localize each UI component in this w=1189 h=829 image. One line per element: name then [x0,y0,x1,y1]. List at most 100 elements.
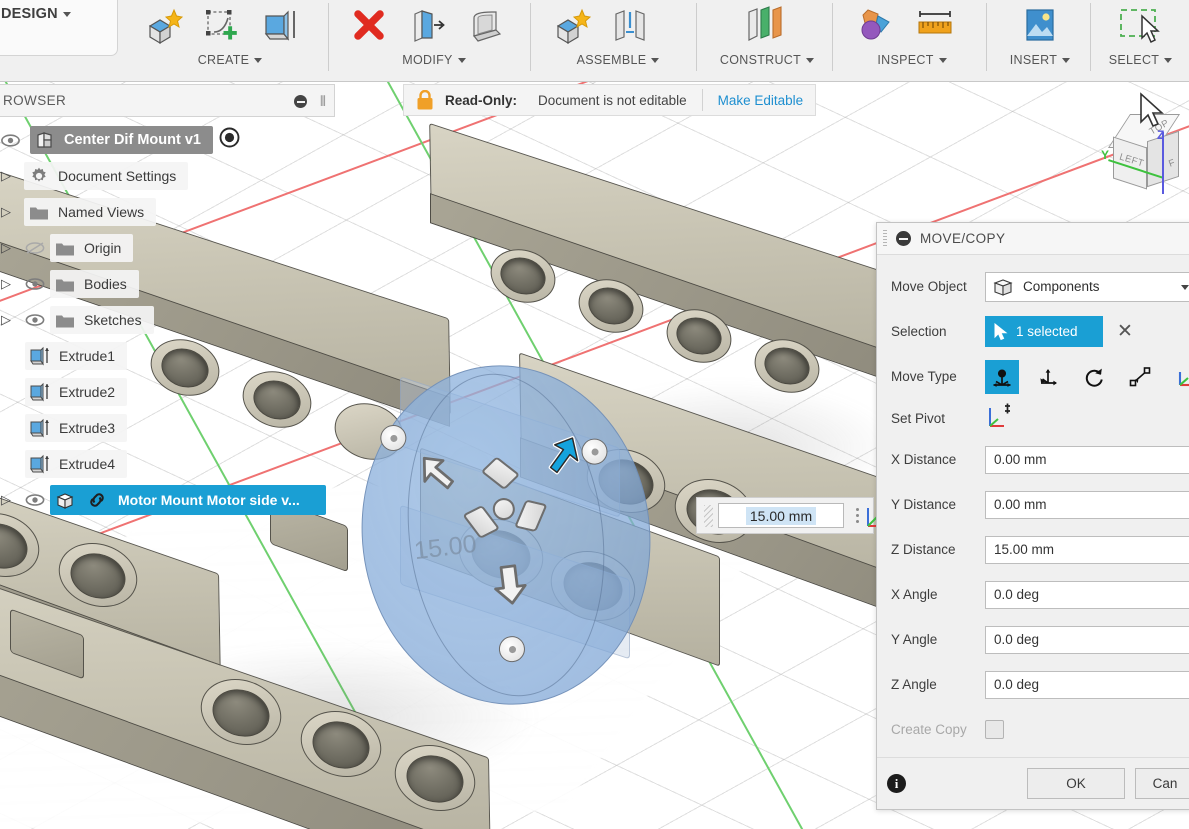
chevron-down-icon[interactable] [1181,284,1189,290]
expand-arrow-icon[interactable]: ▷ [0,492,16,508]
new-component-assemble-icon[interactable] [548,2,598,52]
workspace-tab-design[interactable]: DESIGN [0,0,118,56]
press-pull-icon[interactable] [404,2,454,52]
extrude-icon[interactable] [256,2,306,52]
tree-item-document-settings[interactable]: Document Settings [24,162,189,190]
info-icon[interactable]: i [887,774,906,793]
visibility-eye-icon[interactable] [22,273,48,295]
tree-row-named-views[interactable]: ▷ Named Views [0,194,335,230]
x-distance-field[interactable]: 0.00 mm [985,445,1189,474]
x-distance-value: 0.00 mm [994,452,1047,467]
set-pivot-icon[interactable] [985,402,1015,435]
gizmo-arrow-down-icon[interactable] [484,559,535,610]
tree-row-sketches[interactable]: ▷ Sketches [0,302,335,338]
gizmo-handle-top-left[interactable] [378,423,408,453]
joint-icon[interactable] [606,2,656,52]
chevron-down-icon[interactable] [1062,58,1071,64]
tree-row-extrude3[interactable]: Extrude3 [0,410,335,446]
chevron-down-icon[interactable] [254,58,263,64]
collapse-panel-icon[interactable] [294,95,307,108]
expand-arrow-icon[interactable]: ▷ [0,312,16,328]
tree-item-motor-mount[interactable]: Motor Mount Motor side v... [50,485,326,515]
chevron-down-icon[interactable] [1164,58,1173,64]
gizmo-arrow-up-left-icon[interactable] [414,447,465,498]
x-angle-field[interactable]: 0.0 deg [985,580,1189,609]
toolbar-group-create-label: CREATE [197,53,250,67]
activate-radio-icon[interactable] [219,127,240,153]
interference-icon[interactable] [852,2,902,52]
expand-arrow-icon[interactable]: ▷ [0,168,16,184]
chevron-down-icon[interactable] [938,58,947,64]
translate-axis-icon[interactable] [1031,360,1065,394]
move-copy-titlebar[interactable]: MOVE/COPY [877,223,1189,255]
tree-row-extrude2[interactable]: Extrude2 [0,374,335,410]
visibility-eye-icon[interactable] [0,129,23,151]
create-copy-checkbox[interactable] [985,719,1004,739]
y-angle-field[interactable]: 0.0 deg [985,625,1189,654]
cancel-button[interactable]: Can [1135,768,1189,799]
panel-grip-icon[interactable]: ⦀ [320,93,326,110]
toolbar-group-assemble: ASSEMBLE [538,0,698,82]
chevron-down-icon[interactable] [457,58,466,64]
new-component-icon[interactable] [140,2,190,52]
expand-arrow-icon[interactable]: ▷ [0,204,16,220]
tree-row-extrude4[interactable]: Extrude4 [0,446,335,482]
row-x-angle: X Angle 0.0 deg [877,572,1189,617]
tree-row-origin[interactable]: ▷ Origin [0,230,335,266]
z-angle-field[interactable]: 0.0 deg [985,670,1189,699]
rotate-icon[interactable] [1077,360,1111,394]
selection-chip[interactable]: 1 selected [985,316,1103,347]
tree-row-extrude1[interactable]: Extrude1 [0,338,335,374]
point-to-point-icon[interactable] [1123,360,1157,394]
tree-item-extrude4[interactable]: Extrude4 [25,450,128,478]
toolbar-group-select: SELECT [1092,0,1189,82]
tree-item-named-views[interactable]: Named Views [24,198,157,226]
measure-icon[interactable] [910,2,960,52]
offset-plane-icon[interactable] [742,2,792,52]
select-window-icon[interactable] [1115,2,1165,52]
tree-row-bodies[interactable]: ▷ Bodies [0,266,335,302]
tree-item-bodies[interactable]: Bodies [50,270,139,298]
create-sketch-icon[interactable] [198,2,248,52]
tree-item-extrude1[interactable]: Extrude1 [25,342,128,370]
z-distance-field[interactable]: 15.00 mm [985,535,1189,564]
tree-row-document-settings[interactable]: ▷ Document Settings [0,158,335,194]
floating-dimension-input[interactable]: 15.00 mm [696,497,874,534]
tree-item-extrude3[interactable]: Extrude3 [25,414,128,442]
tree-item-sketches[interactable]: Sketches [50,306,154,334]
y-distance-field[interactable]: 0.00 mm [985,490,1189,519]
chevron-down-icon[interactable] [62,11,71,17]
selection-chip-text: 1 selected [1016,324,1078,339]
tree-root-pill[interactable]: Center Dif Mount v1 [30,126,213,154]
tree-item-origin[interactable]: Origin [50,234,134,262]
chevron-down-icon[interactable] [806,58,815,64]
free-move-icon[interactable] [985,359,1019,394]
expand-arrow-icon[interactable]: ▷ [0,240,16,256]
row-set-pivot: Set Pivot [877,399,1189,437]
ok-button[interactable]: OK [1027,768,1125,799]
dimension-value-field[interactable]: 15.00 mm [718,503,844,528]
viewcube[interactable]: TOP LEFT F Y Z [1089,92,1185,212]
fillet-icon[interactable] [462,2,512,52]
insert-image-icon[interactable] [1015,2,1065,52]
move-object-select[interactable]: Components [985,271,1189,302]
point-to-position-icon[interactable] [1169,360,1189,394]
chevron-down-icon[interactable] [651,58,660,64]
tree-row-root[interactable]: Center Dif Mount v1 [0,122,335,158]
toolbar-group-create: CREATE [130,0,330,82]
tree-item-label: Bodies [84,276,127,292]
clear-selection-icon[interactable]: ✕ [1117,322,1133,341]
drag-grip-icon[interactable] [704,504,713,527]
dialog-grip-icon[interactable] [883,230,887,247]
visibility-eye-icon[interactable] [22,489,48,511]
expand-arrow-icon[interactable]: ▷ [0,276,16,292]
delete-icon[interactable] [346,2,396,52]
tree-item-extrude2[interactable]: Extrude2 [25,378,128,406]
make-editable-link[interactable]: Make Editable [718,93,804,108]
tree-row-motor-mount[interactable]: ▷ Motor Mount Motor side v... [0,482,335,518]
toolbar-group-select-label: SELECT [1108,53,1160,67]
collapse-dialog-icon[interactable] [896,231,911,246]
visibility-hidden-icon[interactable] [22,237,48,259]
visibility-eye-icon[interactable] [22,309,48,331]
gizmo-arrow-up-right-icon[interactable] [535,430,586,481]
